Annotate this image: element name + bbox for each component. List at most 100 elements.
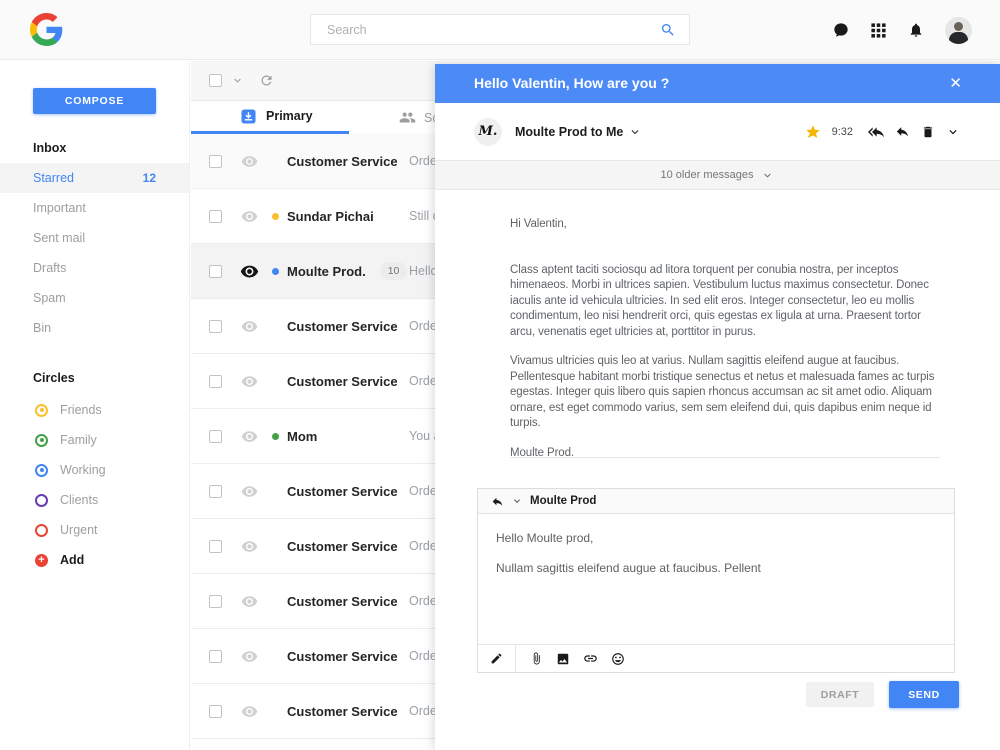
row-checkbox[interactable] [209,485,222,498]
user-avatar[interactable] [945,17,972,44]
reply-type-chevron-icon[interactable] [511,495,523,507]
sidebar-item-drafts[interactable]: Drafts [0,253,189,283]
from-chevron-down-icon[interactable] [628,125,642,139]
body-paragraph: Class aptent taciti sociosqu ad litora t… [510,263,940,341]
sender-name: Mom [287,429,317,444]
row-checkbox[interactable] [209,705,222,718]
circle-item-urgent[interactable]: Urgent [0,515,189,545]
circle-ring-icon [35,434,48,447]
close-icon[interactable]: ✕ [949,64,962,103]
circle-label: Urgent [60,523,98,537]
sidebar-item-spam[interactable]: Spam [0,283,189,313]
search-icon[interactable] [660,22,689,38]
reply-text-area[interactable]: Hello Moulte prod, Nullam sagittis eleif… [478,514,954,644]
eye-icon[interactable] [238,153,260,170]
add-plus-icon: + [35,554,48,567]
reply-header: Moulte Prod [478,489,954,514]
delete-icon[interactable] [921,125,935,139]
row-checkbox[interactable] [209,375,222,388]
eye-icon[interactable] [238,318,260,335]
circle-ring-dot [40,408,44,412]
insert-emoji-icon[interactable] [611,652,625,666]
compose-button[interactable]: COMPOSE [33,88,156,114]
sidebar-item-label: Bin [33,321,51,335]
avatar-shoulders [949,32,968,44]
sidebar-item-starred[interactable]: Starred 12 [0,163,189,193]
sidebar-item-bin[interactable]: Bin [0,313,189,343]
eye-icon[interactable] [238,703,260,720]
circle-ring-icon [35,524,48,537]
edit-pencil-icon[interactable] [478,645,516,672]
row-checkbox[interactable] [209,540,222,553]
star-icon[interactable] [805,124,821,140]
eye-icon[interactable] [238,538,260,555]
message-subject: Hello Valentin, How are you ? [474,75,669,91]
eye-icon[interactable] [238,373,260,390]
select-all-checkbox[interactable] [209,74,222,87]
search-input[interactable] [311,23,660,37]
sidebar-item-label: Spam [33,291,66,305]
row-checkbox[interactable] [209,430,222,443]
tab-social[interactable]: So [349,101,439,134]
sidebar-item-inbox[interactable]: Inbox [0,133,189,163]
sidebar-item-label: Drafts [33,261,66,275]
refresh-icon[interactable] [259,73,274,88]
add-circle-button[interactable]: + Add [0,545,189,575]
row-checkbox[interactable] [209,595,222,608]
body-paragraph: Vivamus ultricies quis leo at varius. Nu… [510,354,940,432]
eye-icon[interactable] [238,593,260,610]
reply-all-icon[interactable] [868,124,884,140]
search-box [310,14,690,45]
older-messages-label: 10 older messages [661,169,754,181]
circle-label: Working [60,463,106,477]
people-icon [399,109,416,126]
circle-item-friends[interactable]: Friends [0,395,189,425]
chat-balloon-icon[interactable] [833,22,849,38]
sidebar-item-important[interactable]: Important [0,193,189,223]
older-messages-bar[interactable]: 10 older messages [435,160,1000,190]
insert-link-icon[interactable] [583,651,598,666]
sidebar-item-label: Sent mail [33,231,85,245]
reply-line: Nullam sagittis eleifend augue at faucib… [496,561,934,575]
eye-icon[interactable] [238,483,260,500]
sidebar-nav: Inbox Starred 12 Important Sent mail Dra… [0,133,189,343]
eye-icon[interactable] [238,428,260,445]
draft-button[interactable]: DRAFT [806,682,874,707]
older-chevron-down-icon [761,169,774,182]
eye-icon[interactable] [238,208,260,225]
notifications-bell-icon[interactable] [908,22,924,38]
eye-icon[interactable] [238,262,260,281]
message-body: Hi Valentin, Class aptent taciti sociosq… [435,190,1000,486]
row-checkbox[interactable] [209,210,222,223]
attach-file-icon[interactable] [530,652,543,665]
row-checkbox[interactable] [209,265,222,278]
google-logo [30,13,63,46]
more-chevron-down-icon[interactable] [946,125,960,139]
circle-item-clients[interactable]: Clients [0,485,189,515]
unread-dot [272,268,279,275]
insert-image-icon[interactable] [556,652,570,666]
circle-item-working[interactable]: Working [0,455,189,485]
sidebar-item-sent-mail[interactable]: Sent mail [0,223,189,253]
sidebar-item-label: Starred [33,171,74,185]
circles-list: Friends Family Working Clients Urgent [0,395,189,545]
tab-primary[interactable]: Primary [191,101,349,134]
circles-title: Circles [33,371,189,385]
sender-name: Customer Service [287,154,398,169]
apps-grid-icon[interactable] [870,22,887,39]
sender-name: Customer Service [287,319,398,334]
circle-item-family[interactable]: Family [0,425,189,455]
row-checkbox[interactable] [209,320,222,333]
select-dropdown-chevron-icon[interactable] [231,74,244,87]
reply-toolbar [478,644,954,672]
message-header: M. Moulte Prod to Me 9:32 [435,103,1000,160]
sender-name: Customer Service [287,704,398,719]
reply-icon[interactable] [895,124,910,139]
send-button[interactable]: SEND [889,681,959,708]
row-checkbox[interactable] [209,650,222,663]
row-checkbox[interactable] [209,155,222,168]
eye-icon[interactable] [238,648,260,665]
reply-compose-box: Moulte Prod Hello Moulte prod, Nullam sa… [477,488,955,673]
primary-inbox-icon [241,109,256,124]
reply-icon [491,495,504,508]
